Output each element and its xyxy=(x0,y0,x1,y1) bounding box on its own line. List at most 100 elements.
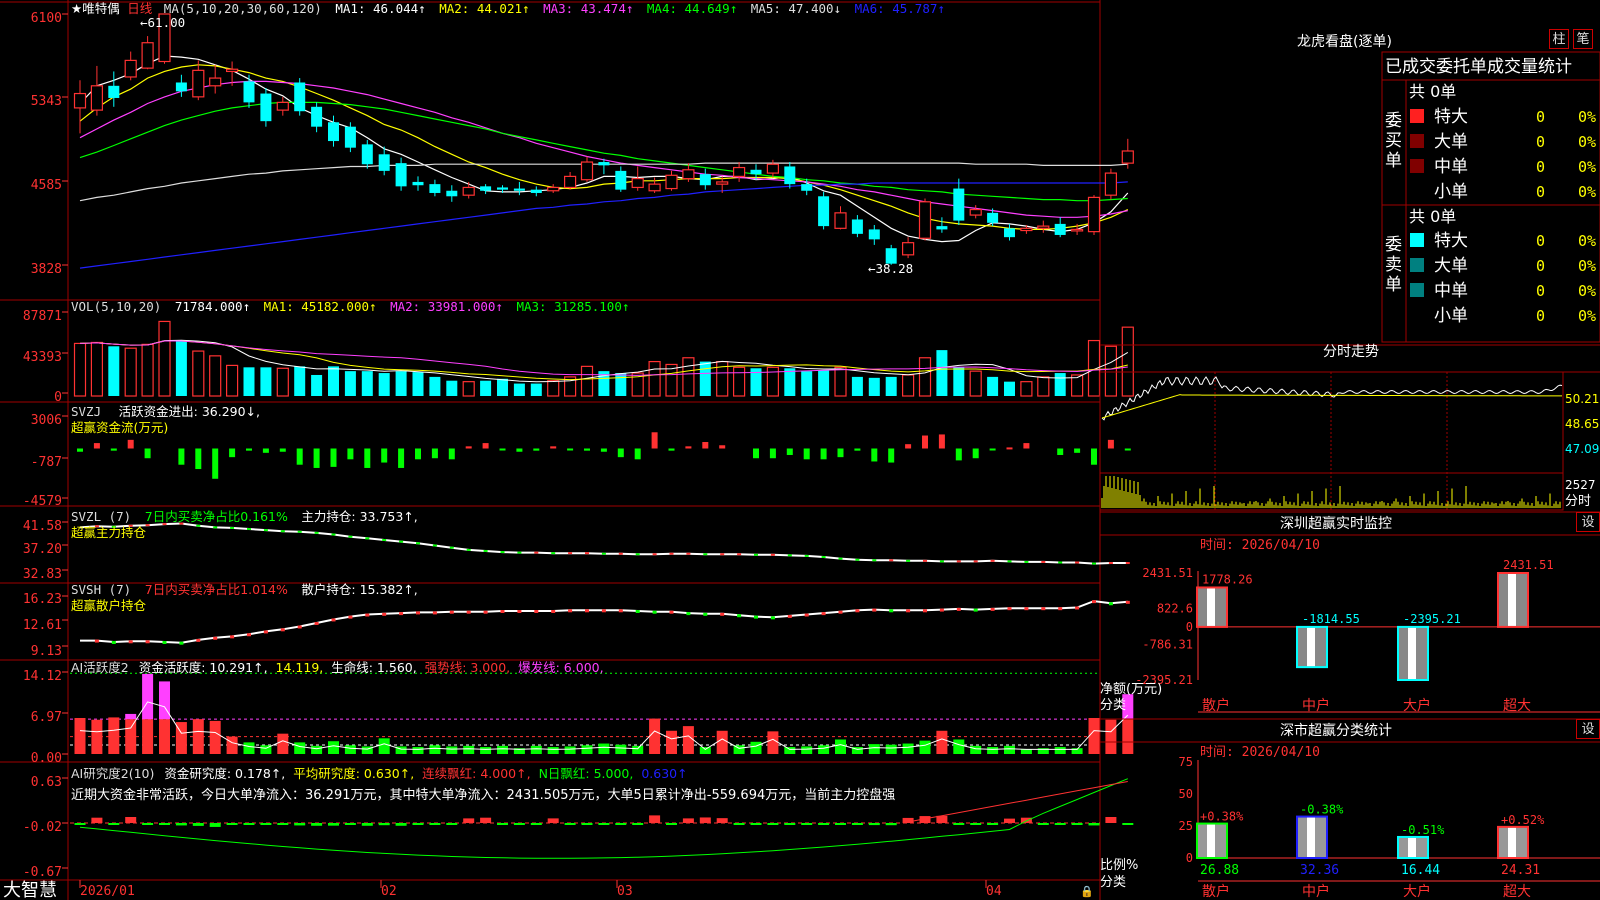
candle-body[interactable] xyxy=(851,219,863,234)
candle-body[interactable] xyxy=(175,82,187,92)
activity-bar[interactable] xyxy=(784,747,796,754)
activity-bar[interactable] xyxy=(497,745,508,754)
activity-bar[interactable] xyxy=(1122,719,1134,754)
research-bar[interactable] xyxy=(311,823,323,826)
activity-bar[interactable] xyxy=(530,745,542,754)
candle-body[interactable] xyxy=(294,82,306,112)
fund-flow-bar[interactable] xyxy=(296,448,303,465)
candle-body[interactable] xyxy=(328,122,339,142)
research-bar[interactable] xyxy=(395,823,407,826)
volume-bar[interactable] xyxy=(987,376,999,396)
research-bar[interactable] xyxy=(1071,823,1083,825)
fund-flow-bar[interactable] xyxy=(651,432,658,449)
research-bar[interactable] xyxy=(649,815,661,823)
volume-bar[interactable] xyxy=(901,374,915,397)
fund-flow-bar[interactable] xyxy=(347,448,354,460)
candle-body[interactable] xyxy=(1020,227,1033,232)
research-bar[interactable] xyxy=(885,823,897,826)
fund-flow-bar[interactable] xyxy=(550,446,557,449)
fund-flow-bar[interactable] xyxy=(77,448,83,452)
activity-bar[interactable] xyxy=(835,739,846,754)
candle-body[interactable] xyxy=(344,126,356,148)
research-bar[interactable] xyxy=(902,817,914,823)
volume-bar[interactable] xyxy=(158,320,171,397)
candle-body[interactable] xyxy=(936,226,948,230)
activity-bar[interactable] xyxy=(480,747,492,754)
activity-bar[interactable] xyxy=(564,746,576,754)
volume-bar[interactable] xyxy=(175,340,187,396)
activity-bar[interactable] xyxy=(682,726,694,754)
volume-bar[interactable] xyxy=(429,376,441,396)
volume-bar[interactable] xyxy=(243,367,255,396)
volume-bar[interactable] xyxy=(1037,376,1050,397)
fund-flow-bar[interactable] xyxy=(584,448,590,451)
volume-bar[interactable] xyxy=(1020,381,1033,397)
volume-bar[interactable] xyxy=(513,383,525,396)
candle-body[interactable] xyxy=(1070,228,1084,232)
research-bar[interactable] xyxy=(750,823,762,825)
fund-flow-bar[interactable] xyxy=(127,439,134,449)
activity-bar[interactable] xyxy=(91,719,103,754)
fund-flow-bar[interactable] xyxy=(93,443,100,449)
volume-bar[interactable] xyxy=(818,370,830,396)
svsh-pane[interactable] xyxy=(80,600,1130,645)
fund-flow-bar[interactable] xyxy=(279,448,286,452)
research-bar[interactable] xyxy=(1037,823,1049,825)
fund-flow-bar[interactable] xyxy=(533,448,540,451)
research-bar[interactable] xyxy=(733,823,745,825)
research-bar[interactable] xyxy=(547,818,559,823)
fund-flow-bar[interactable] xyxy=(972,448,979,459)
research-bar[interactable] xyxy=(1020,817,1032,823)
volume-bar[interactable] xyxy=(547,380,560,397)
candle-body[interactable] xyxy=(801,184,813,191)
candle-body[interactable] xyxy=(361,144,373,165)
fund-flow-bar[interactable] xyxy=(753,448,759,459)
candle-body[interactable] xyxy=(834,212,847,229)
volume-bar[interactable] xyxy=(615,373,627,396)
stats-tabs[interactable]: 已成交委托单成交量统计 xyxy=(1385,57,1572,77)
research-bar[interactable] xyxy=(277,823,289,825)
activity-bar[interactable] xyxy=(767,731,779,754)
fund-flow-bar[interactable] xyxy=(364,448,371,468)
candle-body[interactable] xyxy=(73,92,87,109)
fund-flow-bar[interactable] xyxy=(144,448,151,459)
fund-flow-bar[interactable] xyxy=(465,446,472,449)
research-bar[interactable] xyxy=(970,823,982,825)
activity-bar[interactable] xyxy=(125,719,137,754)
volume-bar[interactable] xyxy=(580,365,594,397)
fund-flow-bar[interactable] xyxy=(1091,448,1097,465)
fund-flow-bar[interactable] xyxy=(1023,443,1030,449)
candle-body[interactable] xyxy=(563,175,577,189)
research-bar[interactable] xyxy=(1105,817,1117,823)
volume-bar[interactable] xyxy=(497,378,508,396)
activity-bar[interactable] xyxy=(818,745,830,754)
volume-bar[interactable] xyxy=(124,347,137,397)
candle-body[interactable] xyxy=(580,161,594,181)
research-bar[interactable] xyxy=(175,823,187,826)
fund-flow-bar[interactable] xyxy=(719,445,726,449)
volume-bar[interactable] xyxy=(834,366,847,397)
classify-settings-button[interactable]: 设 xyxy=(1576,719,1600,739)
research-bar[interactable] xyxy=(429,823,441,825)
volume-bar[interactable] xyxy=(209,355,222,397)
volume-bar[interactable] xyxy=(682,357,695,397)
fund-flow-bar[interactable] xyxy=(567,448,574,451)
fund-flow-bar[interactable] xyxy=(1057,448,1064,455)
fund-flow-bar[interactable] xyxy=(769,448,776,459)
candle-body[interactable] xyxy=(901,242,915,256)
research-bar[interactable] xyxy=(953,823,965,825)
research-bar[interactable] xyxy=(716,818,728,823)
candle-body[interactable] xyxy=(192,69,205,98)
activity-bar[interactable] xyxy=(716,730,728,754)
fund-flow-bar[interactable] xyxy=(871,448,878,462)
fund-flow-bar[interactable] xyxy=(262,448,269,453)
svzj-pane[interactable] xyxy=(77,432,1131,479)
activity-bar[interactable] xyxy=(987,747,999,754)
research-bar[interactable] xyxy=(564,823,576,825)
candle-body[interactable] xyxy=(1087,196,1101,233)
candle-body[interactable] xyxy=(818,196,830,227)
monitor-settings-button[interactable]: 设 xyxy=(1576,512,1600,532)
activity-bar[interactable] xyxy=(159,719,170,754)
activity-bar[interactable] xyxy=(953,739,965,754)
candle-body[interactable] xyxy=(784,166,796,185)
